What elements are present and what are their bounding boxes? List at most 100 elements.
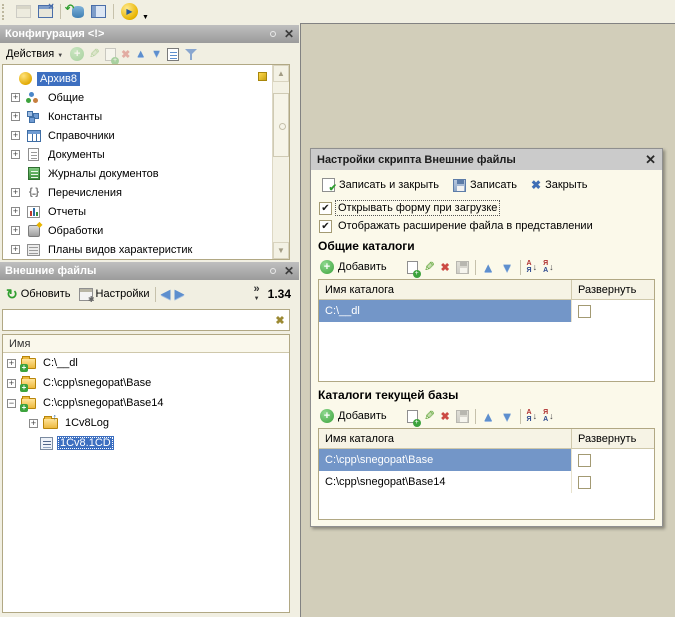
show-extension-label[interactable]: Отображать расширение файла в представле… [336,219,595,233]
toolbar-overflow-button[interactable]: » [254,285,260,303]
expand-column-header[interactable]: Развернуть [572,284,654,296]
clear-search-icon[interactable] [271,314,289,327]
edit-icon[interactable] [424,259,435,275]
search-input[interactable] [3,311,271,329]
expander-icon[interactable] [29,419,38,428]
tree-item-archive8[interactable]: Архив8 [3,69,289,88]
delete-icon[interactable] [441,261,450,274]
back-icon[interactable] [160,286,170,302]
add-icon[interactable] [70,47,84,61]
pin-icon[interactable] [270,31,276,37]
sort-asc-icon[interactable]: АЯ↓ [527,260,538,274]
move-up-icon[interactable] [482,260,495,275]
database-button[interactable] [65,2,87,22]
tree-item-constants[interactable]: Константы [11,107,289,126]
window-close-button[interactable]: ✕ [34,2,56,22]
sort-desc-icon[interactable]: ЯА↓ [543,260,554,274]
expander-icon[interactable] [11,226,20,235]
window-button[interactable] [12,2,34,22]
expander-icon[interactable] [11,112,20,121]
scroll-down-icon[interactable]: ▼ [273,242,289,259]
tree-item-common[interactable]: Общие [11,88,289,107]
move-down-icon[interactable] [501,260,514,275]
expand-checkbox[interactable] [578,454,591,467]
sort-desc-icon[interactable]: ЯА↓ [543,409,554,423]
delete-icon[interactable] [121,48,130,61]
tree-item-enums[interactable]: {..} Перечисления [11,183,289,202]
run-button[interactable] [118,2,140,22]
form-button[interactable] [87,2,109,22]
name-column-header[interactable]: Имя каталога [319,280,572,299]
close-icon[interactable] [284,266,294,276]
expander-icon[interactable] [7,399,16,408]
expander-icon[interactable] [7,379,16,388]
edit-icon[interactable] [89,46,100,62]
close-icon[interactable] [284,29,294,39]
expand-column-header[interactable]: Развернуть [572,433,654,445]
filter-icon[interactable] [184,47,198,61]
move-up-icon[interactable] [482,409,495,424]
expand-cell [572,471,654,493]
database-icon [72,6,84,18]
expander-icon[interactable] [7,359,16,368]
move-up-icon[interactable] [135,48,146,60]
files-column-header[interactable]: Имя [3,335,289,353]
open-form-checkbox[interactable] [319,202,332,215]
dialog-titlebar[interactable]: Настройки скрипта Внешние файлы [311,149,662,170]
name-column-header[interactable]: Имя каталога [319,429,572,448]
scrollbar-thumb[interactable] [273,93,289,157]
table-row[interactable]: C:\cpp\snegopat\Base [319,449,654,471]
tree-item-dataprocessors[interactable]: Обработки [11,221,289,240]
file-tree-item-1cv8-1cd[interactable]: 1Cv8.1CD [3,433,289,453]
expander-icon[interactable] [11,93,20,102]
edit-icon[interactable] [424,408,435,424]
file-tree-item-base14[interactable]: C:\cpp\snegopat\Base14 [3,393,289,413]
add-button[interactable]: Добавить [320,409,387,423]
end-edit-icon[interactable] [456,261,469,274]
expand-checkbox[interactable] [578,305,591,318]
tree-item-reports[interactable]: Отчеты [11,202,289,221]
expand-checkbox[interactable] [578,476,591,489]
config-tree-scrollbar[interactable]: ▲ ▼ [272,65,289,259]
file-tree-item-1cv8log[interactable]: 1Cv8Log [3,413,289,433]
catalog-icon [26,129,41,143]
end-edit-icon[interactable] [456,410,469,423]
toolbar-separator [475,260,476,275]
tree-item-chart-of-characteristic-types[interactable]: Планы видов характеристик [11,240,289,259]
move-down-icon[interactable] [151,48,162,60]
file-tree-item-base[interactable]: C:\cpp\snegopat\Base [3,373,289,393]
table-row[interactable]: C:\cpp\snegopat\Base14 [319,471,654,493]
forward-icon[interactable] [174,286,184,302]
tree-item-journals[interactable]: Журналы документов [11,164,289,183]
expander-icon[interactable] [11,131,20,140]
add-button[interactable]: Добавить [320,260,387,274]
sort-asc-icon[interactable]: АЯ↓ [527,409,538,423]
actions-menu[interactable]: Действия [4,46,65,62]
settings-button[interactable]: Настройки [77,286,152,303]
expander-icon[interactable] [11,207,20,216]
open-form-label[interactable]: Открывать форму при загрузке [336,201,499,215]
table-row[interactable]: C:\__dl [319,300,654,322]
dialog-close-icon[interactable] [645,155,656,165]
toolbar-grip[interactable] [2,4,7,20]
close-button[interactable]: Закрыть [527,176,591,194]
run-dropdown-caret[interactable]: ▼ [142,14,149,23]
expander-icon[interactable] [11,188,20,197]
move-down-icon[interactable] [501,409,514,424]
save-and-close-button[interactable]: Записать и закрыть [318,176,443,194]
sort-list-icon[interactable] [167,48,179,61]
scroll-up-icon[interactable]: ▲ [273,65,289,82]
refresh-button[interactable]: Обновить [4,284,73,305]
copy-icon[interactable] [105,48,116,61]
tree-item-catalogs[interactable]: Справочники [11,126,289,145]
delete-icon[interactable] [441,410,450,423]
save-button[interactable]: Записать [449,177,521,194]
copy-icon[interactable] [407,410,418,423]
expander-icon[interactable] [11,150,20,159]
tree-item-documents[interactable]: Документы [11,145,289,164]
expander-icon[interactable] [11,245,20,254]
copy-icon[interactable] [407,261,418,274]
file-tree-item-dl[interactable]: C:\__dl [3,353,289,373]
show-extension-checkbox[interactable] [319,220,332,233]
pin-icon[interactable] [270,268,276,274]
